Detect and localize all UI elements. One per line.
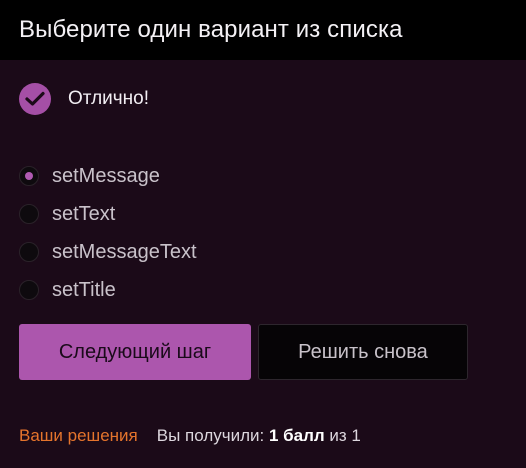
radio-button[interactable] (19, 204, 39, 224)
score-suffix: из 1 (324, 426, 361, 445)
options-list: setMessage setText setMessageText setTit… (19, 157, 197, 309)
radio-button[interactable] (19, 166, 39, 186)
footer: Ваши решения Вы получили: 1 балл из 1 (19, 426, 361, 446)
feedback: Отлично! (19, 83, 149, 115)
option-label: setTitle (52, 278, 116, 301)
page-title: Выберите один вариант из списка (19, 16, 403, 43)
option-settext[interactable]: setText (19, 195, 197, 233)
option-setmessagetext[interactable]: setMessageText (19, 233, 197, 271)
radio-selected-dot (25, 172, 33, 180)
option-settitle[interactable]: setTitle (19, 271, 197, 309)
check-icon (19, 83, 51, 115)
score-prefix: Вы получили: (156, 426, 269, 445)
option-label: setMessage (52, 164, 160, 187)
score-value: 1 балл (268, 426, 325, 445)
feedback-text: Отлично! (68, 88, 150, 109)
radio-button[interactable] (19, 242, 39, 262)
header: Выберите один вариант из списка (0, 0, 526, 60)
retry-button[interactable]: Решить снова (258, 324, 468, 380)
score-text: Вы получили: 1 балл из 1 (157, 426, 361, 446)
option-setmessage[interactable]: setMessage (19, 157, 197, 195)
radio-button[interactable] (19, 280, 39, 300)
option-label: setText (52, 202, 116, 225)
action-buttons: Следующий шаг Решить снова (19, 324, 468, 380)
solutions-link[interactable]: Ваши решения (19, 426, 138, 446)
next-step-button[interactable]: Следующий шаг (19, 324, 251, 380)
option-label: setMessageText (52, 240, 197, 263)
